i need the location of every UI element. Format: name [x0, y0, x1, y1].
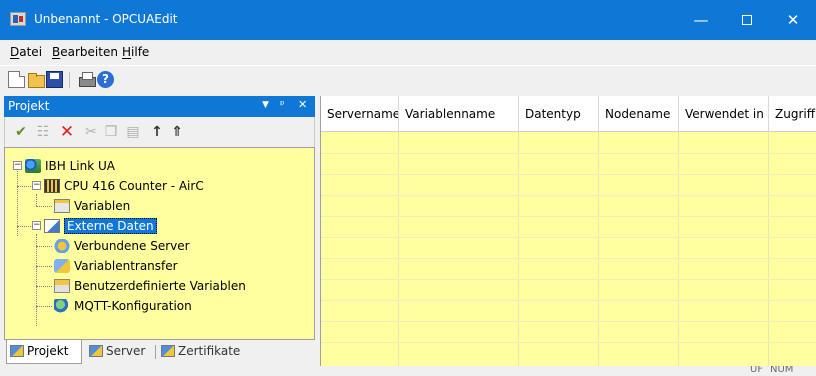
- help-icon[interactable]: ?: [97, 71, 114, 88]
- tree-connector: [17, 226, 31, 227]
- variables-grid[interactable]: Servername Variablenname Datentyp Nodena…: [320, 96, 816, 366]
- grid-row-line: [321, 153, 816, 154]
- open-icon[interactable]: [27, 71, 45, 88]
- tree-item-verbundene-server[interactable]: Verbundene Server: [54, 236, 190, 256]
- move-top-icon[interactable]: ⇑: [169, 124, 185, 140]
- column-header-nodename[interactable]: Nodename: [599, 96, 679, 132]
- grid-row-line: [321, 279, 816, 280]
- close-button[interactable]: ✕: [770, 0, 816, 40]
- minimize-button[interactable]: —: [678, 0, 724, 40]
- pane-close-icon[interactable]: ✕: [298, 98, 307, 111]
- column-header-datentyp[interactable]: Datentyp: [519, 96, 599, 132]
- menu-bearbeiten[interactable]: Bearbeiten: [52, 45, 118, 59]
- maximize-icon: [742, 15, 752, 25]
- properties-icon[interactable]: ☷: [35, 124, 51, 140]
- project-pane-tabs: Projekt Server Zertifikate: [4, 340, 315, 366]
- tree-connector: [36, 234, 37, 326]
- tab-projekt[interactable]: Projekt: [6, 340, 82, 364]
- tab-server[interactable]: Server: [86, 340, 154, 364]
- save-icon[interactable]: [46, 71, 63, 88]
- grid-header: Servername Variablenname Datentyp Nodena…: [321, 96, 816, 132]
- grid-row-line: [321, 342, 816, 343]
- collapse-icon[interactable]: −: [32, 181, 41, 190]
- menu-hilfe[interactable]: Hilfe: [122, 45, 149, 59]
- add-icon[interactable]: ✔: [13, 124, 29, 140]
- menu-bar: Datei Bearbeiten Hilfe: [0, 40, 816, 65]
- grid-row-line: [321, 195, 816, 196]
- maximize-button[interactable]: [724, 0, 770, 40]
- project-tree[interactable]: − − − IBH Link UA CPU 416 Counter - AirC…: [4, 147, 315, 340]
- collapse-icon[interactable]: −: [32, 221, 41, 230]
- grid-row-line: [321, 258, 816, 259]
- project-pane-header: Projekt ▼ ᵖ ✕: [4, 96, 315, 117]
- tree-item-cpu[interactable]: CPU 416 Counter - AirC: [44, 176, 204, 196]
- toolbar-separator: [69, 72, 70, 88]
- tree-connector: [36, 286, 52, 287]
- grid-row-line: [321, 300, 816, 301]
- grid-column-line: [768, 132, 769, 366]
- column-header-verwendet-in[interactable]: Verwendet in: [679, 96, 769, 132]
- title-bar: Unbenannt - OPCUAEdit — ✕: [0, 0, 816, 40]
- grid-column-line: [598, 132, 599, 366]
- app-icon: [10, 12, 26, 26]
- variables-icon: [54, 198, 70, 213]
- grid-column-line: [398, 132, 399, 366]
- window-title: Unbenannt - OPCUAEdit: [34, 12, 178, 26]
- tree-connector: [36, 194, 37, 206]
- tree-item-variablen[interactable]: Variablen: [54, 196, 130, 216]
- cpu-icon: [44, 178, 60, 193]
- tab-zertifikate[interactable]: Zertifikate: [158, 340, 254, 364]
- column-header-servername[interactable]: Servername: [321, 96, 399, 132]
- external-data-icon: [44, 218, 60, 233]
- print-icon[interactable]: [78, 71, 96, 88]
- pane-pin-icon[interactable]: ᵖ: [280, 98, 285, 111]
- main-toolbar: ?: [0, 65, 816, 93]
- delete-icon[interactable]: ✕: [59, 124, 75, 141]
- tree-item-mqtt-konfiguration[interactable]: MQTT-Konfiguration: [54, 296, 192, 316]
- tree-connector: [36, 306, 52, 307]
- grid-row-line: [321, 216, 816, 217]
- mqtt-icon: [54, 298, 70, 313]
- paste-icon[interactable]: ▤: [125, 124, 141, 140]
- server-tab-icon: [89, 345, 103, 357]
- collapse-icon[interactable]: −: [13, 161, 22, 170]
- grid-row-line: [321, 237, 816, 238]
- status-num: NUM: [770, 366, 794, 375]
- status-bar: UF NUM: [0, 366, 816, 376]
- tree-connector: [36, 206, 52, 207]
- tree-item-variablentransfer[interactable]: Variablentransfer: [54, 256, 178, 276]
- grid-row-line: [321, 174, 816, 175]
- column-header-zugriff[interactable]: Zugriff: [769, 96, 816, 132]
- tree-connector: [17, 186, 31, 187]
- tree-connector: [36, 246, 52, 247]
- grid-column-line: [518, 132, 519, 366]
- tree-item-benutzerdefinierte-variablen[interactable]: Benutzerdefinierte Variablen: [54, 276, 246, 296]
- tree-connector: [36, 266, 52, 267]
- project-toolbar: ✔ ☷ ✕ ✂ ❐ ▤ ↑ ⇑: [4, 117, 315, 147]
- menu-datei[interactable]: Datei: [10, 45, 42, 59]
- move-up-icon[interactable]: ↑: [149, 124, 165, 140]
- grid-column-line: [678, 132, 679, 366]
- column-header-variablenname[interactable]: Variablenname: [399, 96, 519, 132]
- pane-dropdown-icon[interactable]: ▼: [262, 100, 269, 110]
- network-device-icon: [25, 158, 41, 173]
- certificate-tab-icon: [161, 345, 175, 357]
- new-icon[interactable]: [8, 71, 25, 88]
- cut-icon[interactable]: ✂: [83, 124, 99, 140]
- tab-separator: [155, 345, 156, 359]
- status-uf: UF: [750, 366, 764, 375]
- copy-icon[interactable]: ❐: [103, 124, 119, 140]
- project-tab-icon: [10, 345, 24, 357]
- variable-transfer-icon: [54, 258, 70, 273]
- connected-server-icon: [54, 238, 70, 253]
- grid-row-line: [321, 321, 816, 322]
- project-pane-title: Projekt: [8, 99, 50, 113]
- tree-item-ibh-link-ua[interactable]: IBH Link UA: [25, 156, 115, 176]
- user-variables-icon: [54, 278, 70, 293]
- tree-item-externe-daten[interactable]: Externe Daten: [44, 216, 157, 236]
